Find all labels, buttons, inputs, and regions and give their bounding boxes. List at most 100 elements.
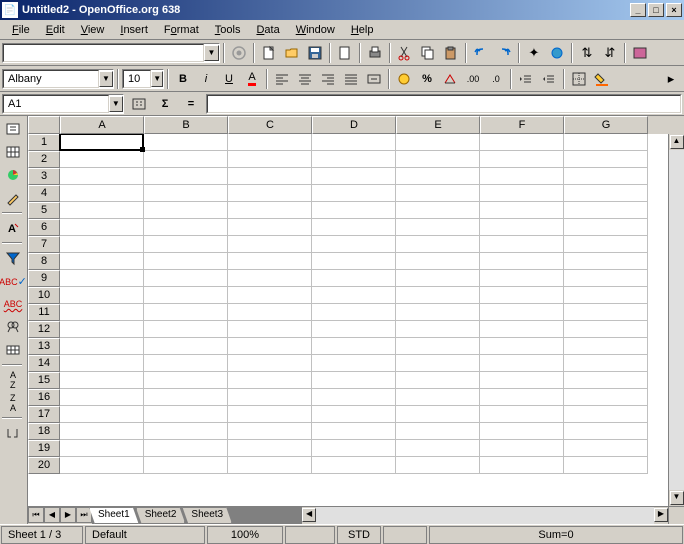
save-icon[interactable] bbox=[304, 42, 326, 64]
cell[interactable] bbox=[60, 270, 144, 287]
cell[interactable] bbox=[564, 355, 648, 372]
cell[interactable] bbox=[60, 423, 144, 440]
cell[interactable] bbox=[564, 304, 648, 321]
cell[interactable] bbox=[480, 219, 564, 236]
row-header-13[interactable]: 13 bbox=[28, 338, 60, 355]
cell[interactable] bbox=[312, 372, 396, 389]
cell[interactable] bbox=[144, 270, 228, 287]
cell[interactable] bbox=[480, 287, 564, 304]
row-header-7[interactable]: 7 bbox=[28, 236, 60, 253]
decrease-indent-button[interactable] bbox=[515, 68, 537, 90]
cell[interactable] bbox=[396, 321, 480, 338]
menu-help[interactable]: Help bbox=[343, 22, 382, 38]
font-size-input[interactable] bbox=[124, 71, 150, 87]
minimize-button[interactable]: _ bbox=[630, 3, 646, 17]
column-header-B[interactable]: B bbox=[144, 116, 228, 134]
cell[interactable] bbox=[228, 321, 312, 338]
cell[interactable] bbox=[312, 423, 396, 440]
bold-button[interactable]: B bbox=[172, 68, 194, 90]
cell[interactable] bbox=[312, 151, 396, 168]
cell[interactable] bbox=[312, 287, 396, 304]
row-header-9[interactable]: 9 bbox=[28, 270, 60, 287]
cell[interactable] bbox=[480, 389, 564, 406]
merge-cells-button[interactable] bbox=[363, 68, 385, 90]
cell[interactable] bbox=[312, 321, 396, 338]
cell[interactable] bbox=[564, 168, 648, 185]
add-decimal-button[interactable]: .00 bbox=[462, 68, 484, 90]
cell[interactable] bbox=[312, 457, 396, 474]
row-header-4[interactable]: 4 bbox=[28, 185, 60, 202]
cell[interactable] bbox=[228, 270, 312, 287]
cell[interactable] bbox=[60, 372, 144, 389]
cell[interactable] bbox=[480, 423, 564, 440]
menu-tools[interactable]: Tools bbox=[207, 22, 249, 38]
italic-button[interactable]: i bbox=[195, 68, 217, 90]
cell[interactable] bbox=[396, 168, 480, 185]
cell[interactable] bbox=[396, 355, 480, 372]
cell[interactable] bbox=[396, 134, 480, 151]
cell[interactable] bbox=[144, 236, 228, 253]
row-header-1[interactable]: 1 bbox=[28, 134, 60, 151]
menu-insert[interactable]: Insert bbox=[112, 22, 156, 38]
tab-next-button[interactable]: ▶ bbox=[60, 507, 76, 523]
row-header-16[interactable]: 16 bbox=[28, 389, 60, 406]
cell[interactable] bbox=[312, 236, 396, 253]
cell[interactable] bbox=[144, 406, 228, 423]
row-header-2[interactable]: 2 bbox=[28, 151, 60, 168]
cell[interactable] bbox=[564, 236, 648, 253]
cell-reference-combo[interactable]: ▼ bbox=[2, 94, 124, 114]
menu-data[interactable]: Data bbox=[248, 22, 287, 38]
cell[interactable] bbox=[144, 287, 228, 304]
cell[interactable] bbox=[480, 338, 564, 355]
cell[interactable] bbox=[480, 372, 564, 389]
find-icon[interactable] bbox=[2, 316, 24, 338]
hyperlink-icon[interactable] bbox=[546, 42, 568, 64]
cell[interactable] bbox=[480, 270, 564, 287]
tab-first-button[interactable]: ⏮ bbox=[28, 507, 44, 523]
cell[interactable] bbox=[60, 304, 144, 321]
cell[interactable] bbox=[60, 457, 144, 474]
maximize-button[interactable]: □ bbox=[648, 3, 664, 17]
cell[interactable] bbox=[228, 287, 312, 304]
column-header-F[interactable]: F bbox=[480, 116, 564, 134]
cell[interactable] bbox=[228, 253, 312, 270]
cell[interactable] bbox=[60, 355, 144, 372]
underline-button[interactable]: U bbox=[218, 68, 240, 90]
cell[interactable] bbox=[144, 151, 228, 168]
print-icon[interactable] bbox=[364, 42, 386, 64]
cell[interactable] bbox=[564, 253, 648, 270]
scroll-down-button[interactable]: ▼ bbox=[670, 491, 684, 505]
sort-asc-icon[interactable]: ⇅ bbox=[576, 42, 598, 64]
cell[interactable] bbox=[228, 185, 312, 202]
column-header-E[interactable]: E bbox=[396, 116, 480, 134]
cell[interactable] bbox=[564, 457, 648, 474]
cell-reference-dropdown[interactable]: ▼ bbox=[109, 96, 123, 112]
cell[interactable] bbox=[144, 389, 228, 406]
cell[interactable] bbox=[396, 338, 480, 355]
spellcheck-icon[interactable]: ABC✓ bbox=[2, 270, 24, 292]
menu-edit[interactable]: Edit bbox=[38, 22, 73, 38]
row-header-6[interactable]: 6 bbox=[28, 219, 60, 236]
borders-button[interactable] bbox=[568, 68, 590, 90]
cell[interactable] bbox=[480, 202, 564, 219]
cell[interactable] bbox=[60, 440, 144, 457]
insert-cells-icon[interactable] bbox=[2, 141, 24, 163]
cell[interactable] bbox=[312, 134, 396, 151]
cell[interactable] bbox=[144, 423, 228, 440]
cell[interactable] bbox=[144, 185, 228, 202]
vertical-scrollbar[interactable]: ▲ ▼ bbox=[668, 134, 684, 506]
cell[interactable] bbox=[480, 151, 564, 168]
cell[interactable] bbox=[228, 372, 312, 389]
font-size-combo[interactable]: ▼ bbox=[122, 69, 164, 89]
cell[interactable] bbox=[60, 185, 144, 202]
cell[interactable] bbox=[228, 219, 312, 236]
cell[interactable] bbox=[396, 253, 480, 270]
cell[interactable] bbox=[480, 355, 564, 372]
row-header-18[interactable]: 18 bbox=[28, 423, 60, 440]
standard-format-button[interactable] bbox=[439, 68, 461, 90]
cell[interactable] bbox=[312, 270, 396, 287]
cells-area[interactable] bbox=[60, 134, 668, 506]
scroll-right-button[interactable]: ▶ bbox=[654, 508, 668, 522]
menu-view[interactable]: View bbox=[73, 22, 113, 38]
font-name-dropdown[interactable]: ▼ bbox=[99, 71, 113, 87]
